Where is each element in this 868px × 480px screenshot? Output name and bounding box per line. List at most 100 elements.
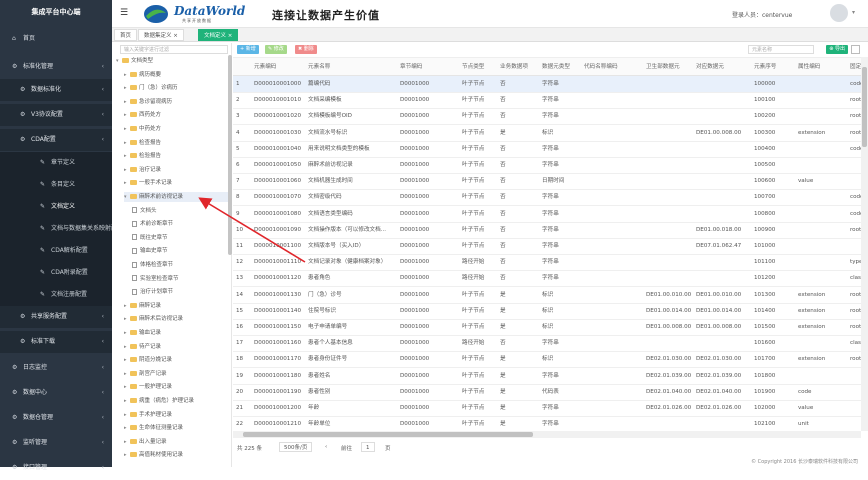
tree-node[interactable]: ▸ 西药处方: [124, 110, 228, 120]
tree-node[interactable]: 输血史章节: [132, 246, 228, 256]
scroll-thumb[interactable]: [862, 67, 867, 147]
column-header[interactable]: 元素名称: [305, 58, 397, 75]
column-header[interactable]: 节点类型: [459, 58, 497, 75]
tree-node[interactable]: ▸ 病重（病危）护理记录: [124, 396, 228, 406]
tree-node[interactable]: ▸ 阴道分娩记录: [124, 355, 228, 365]
column-header[interactable]: 固定属性: [847, 58, 861, 75]
table-row[interactable]: 16 D000010001150 电子申请单编号 D0001000 叶子节点 是 标识 DE0…: [233, 319, 861, 336]
tree-node[interactable]: ▸ 门（急）诊病历: [124, 83, 228, 93]
column-header[interactable]: 对应数据元: [693, 58, 751, 75]
sidebar-item-12[interactable]: ⚙ 共享服务配置 ‹: [0, 306, 112, 328]
tree-node[interactable]: ▾ 文档类型: [116, 56, 228, 66]
sidebar-item-1[interactable]: ⚙ 标准化管理 ‹: [0, 55, 112, 79]
sidebar-item-11[interactable]: ✎ 文档注册配置: [0, 284, 112, 306]
tree-node[interactable]: ▸ 检查报告: [124, 138, 228, 148]
avatar[interactable]: [830, 4, 848, 22]
tab-home[interactable]: 首页: [114, 29, 138, 41]
table-row[interactable]: 20 D000010001190 患者性别 D0001000 叶子节点 是 代码表 DE02.…: [233, 384, 861, 401]
sidebar-item-5[interactable]: ✎ 章节定义: [0, 152, 112, 174]
sidebar-item-13[interactable]: ⚙ 标准下载 ‹: [0, 331, 112, 353]
column-header[interactable]: 章节编码: [397, 58, 459, 75]
add-button[interactable]: + 新增: [237, 45, 259, 54]
table-row[interactable]: 1 D000010001000 篇编代码 D0001000 叶子节点 否 字符串 100000…: [233, 76, 861, 93]
tree-node[interactable]: ▾ 麻醉术前访视记录: [124, 192, 228, 202]
tree-node[interactable]: ▸ 麻醉记录: [124, 301, 228, 311]
tree-node[interactable]: ▸ 剖宫产记录: [124, 369, 228, 379]
sidebar-item-6[interactable]: ✎ 条目定义: [0, 174, 112, 196]
export-button[interactable]: ⊕ 导出: [826, 45, 848, 54]
tree-node[interactable]: ▸ 手术护理记录: [124, 410, 228, 420]
tree-node[interactable]: ▸ 麻醉术后访视记录: [124, 314, 228, 324]
tree-node[interactable]: ▸ 生命体征测量记录: [124, 423, 228, 433]
tree-node[interactable]: ▸ 急诊留观病历: [124, 97, 228, 107]
sidebar-item-16[interactable]: ⚙ 数据仓管理 ‹: [0, 406, 112, 430]
column-header[interactable]: 属性编码: [795, 58, 847, 75]
sidebar-item-9[interactable]: ✎ CDA解析配置: [0, 240, 112, 262]
tree-node[interactable]: ▸ 高值耗材使用记录: [124, 450, 228, 460]
tree-filter-input[interactable]: 输入关键字进行过滤: [120, 45, 228, 54]
tree-node[interactable]: 术前诊断章节: [132, 219, 228, 229]
page-number-input[interactable]: 1: [361, 442, 375, 452]
column-header[interactable]: 元素序号: [751, 58, 795, 75]
table-row[interactable]: 21 D000010001200 年龄 D0001000 叶子节点 是 字符串 DE02.01…: [233, 400, 861, 417]
sidebar-item-15[interactable]: ⚙ 数据中心 ‹: [0, 381, 112, 405]
element-search-input[interactable]: 元素名称: [748, 45, 814, 54]
sidebar-item-17[interactable]: ⚙ 监听管理 ‹: [0, 431, 112, 455]
edit-button[interactable]: ✎ 修改: [265, 45, 287, 54]
table-row[interactable]: 17 D000010001160 患者个人基本信息 D0001000 路径开始 否 字符串 1…: [233, 335, 861, 353]
tree-node[interactable]: 文档头: [132, 206, 228, 216]
tree-node[interactable]: ▸ 中药处方: [124, 124, 228, 134]
tree-node[interactable]: ▸ 一般护理记录: [124, 382, 228, 392]
column-header[interactable]: 元素编码: [251, 58, 305, 75]
column-header[interactable]: 代码名称编码: [581, 58, 643, 75]
sidebar-item-0[interactable]: ⌂ 首页: [0, 27, 112, 51]
sidebar-item-3[interactable]: ⚙ V3协议配置 ‹: [0, 104, 112, 126]
table-row[interactable]: 4 D000010001030 文档流水号标识 D0001000 叶子节点 是 标识 DE01…: [233, 125, 861, 142]
table-row[interactable]: 14 D000010001130 门（急）诊号 D0001000 叶子节点 是 标识 DE01…: [233, 287, 861, 304]
table-vertical-scrollbar[interactable]: [861, 57, 868, 431]
column-header[interactable]: 数据元类型: [539, 58, 581, 75]
column-header[interactable]: 卫生部数据元: [643, 58, 693, 75]
table-horizontal-scrollbar[interactable]: [233, 431, 861, 438]
tree-node[interactable]: ▸ 一般手术记录: [124, 178, 228, 188]
tree-node[interactable]: ▸ 病历概要: [124, 70, 228, 80]
table-row[interactable]: 10 D000010001090 文档操作版本（可以修改文档... D0001000 叶…: [233, 222, 861, 239]
table-row[interactable]: 9 D000010001080 文档语言类型编码 D0001000 叶子节点 否 字符串 10…: [233, 206, 861, 223]
table-row[interactable]: 2 D000010001010 文档采编模板 D0001000 叶子节点 否 字符串 1001…: [233, 92, 861, 110]
chevron-down-icon[interactable]: ▾: [852, 9, 855, 16]
column-header[interactable]: 业务数据项: [497, 58, 539, 75]
sidebar-item-7[interactable]: ✎ 文档定义: [0, 196, 112, 218]
table-row[interactable]: 19 D000010001180 患者姓名 D0001000 叶子节点 是 字符串 DE02.…: [233, 368, 861, 385]
table-row[interactable]: 13 D000010001120 患者角色 D0001000 路径开始 否 字符串 10120…: [233, 270, 861, 288]
table-row[interactable]: 3 D000010001020 文档模板编号OID D0001000 叶子节点 否 字符串 1…: [233, 108, 861, 126]
delete-button[interactable]: ✖ 删除: [295, 45, 317, 54]
sidebar-item-10[interactable]: ✎ CDA附录配置: [0, 262, 112, 284]
column-header[interactable]: [233, 58, 251, 75]
table-row[interactable]: 8 D000010001070 文档密级代码 D0001000 叶子节点 否 字符串 1007…: [233, 189, 861, 207]
table-row[interactable]: 11 D000010001100 文档版本号（买入ID） D0001000 叶子节点 否 字…: [233, 238, 861, 255]
sidebar-item-18[interactable]: ⚙ 接口管理 ‹: [0, 456, 112, 480]
tab-document-definition[interactable]: 文档定义 ×: [198, 29, 239, 41]
sidebar-item-14[interactable]: ⚙ 日志监控 ‹: [0, 356, 112, 380]
page-size-select[interactable]: 500条/页: [279, 442, 313, 452]
column-settings-icon[interactable]: [851, 45, 860, 54]
tree-node[interactable]: 治疗计划章节: [132, 287, 228, 297]
tree-node[interactable]: 体格检查章节: [132, 260, 228, 270]
table-row[interactable]: 5 D000010001040 用来说明文档类型的模板 D0001000 叶子节点 否 字符…: [233, 141, 861, 158]
tree-node[interactable]: ▸ 待产记录: [124, 342, 228, 352]
tree-node[interactable]: ▸ 治疗记录: [124, 165, 228, 175]
tree-node[interactable]: ▸ 出入量记录: [124, 437, 228, 447]
tree-node[interactable]: 既往史章节: [132, 233, 228, 243]
prev-page-button[interactable]: ‹: [325, 444, 327, 450]
table-row[interactable]: 18 D000010001170 患者身份证件号 D0001000 叶子节点 是 标识 DE0…: [233, 351, 861, 369]
tab-dataset-definition[interactable]: 数据集定义 ×: [138, 29, 184, 41]
sidebar-item-2[interactable]: ⚙ 数据标准化 ‹: [0, 79, 112, 101]
tree-node[interactable]: ▸ 检验报告: [124, 151, 228, 161]
menu-toggle-icon[interactable]: ☰: [120, 8, 128, 18]
tree-node[interactable]: 实验室检查章节: [132, 274, 228, 284]
tree-scrollbar[interactable]: [228, 55, 232, 255]
table-row[interactable]: 7 D000010001060 文档机器生成时间 D0001000 叶子节点 否 日期时间 1…: [233, 173, 861, 191]
table-row[interactable]: 12 D000010001110 文档记录对象（健康档案对象） D0001000 路径开…: [233, 254, 861, 272]
table-row[interactable]: 22 D000010001210 年龄单位 D0001000 叶子节点 是 字符串 10210…: [233, 416, 861, 431]
sidebar-item-4[interactable]: ⚙ CDA配置 ‹: [0, 129, 112, 151]
